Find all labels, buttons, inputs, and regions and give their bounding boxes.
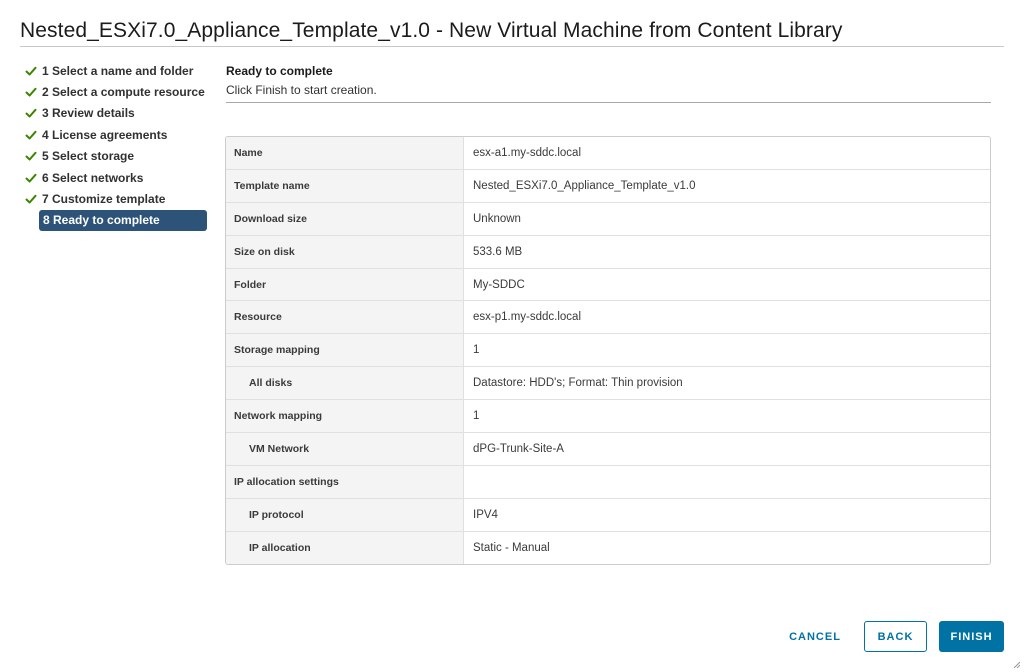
summary-key: Network mapping <box>226 400 464 433</box>
summary-row: Size on disk 533.6 MB <box>226 235 990 269</box>
summary-row: Storage mapping 1 <box>226 334 990 368</box>
wizard-step-label: 3 Review details <box>42 106 135 121</box>
checkmark-icon <box>25 173 37 183</box>
summary-key: IP protocol <box>226 498 464 531</box>
wizard-step[interactable]: 4 License agreements <box>25 124 215 145</box>
summary-key: IP allocation settings <box>226 465 464 498</box>
pane-divider <box>226 102 991 103</box>
summary-row: Name esx-a1.my-sddc.local <box>226 137 990 170</box>
summary-row: All disks Datastore: HDD's; Format: Thin … <box>226 367 990 401</box>
back-button[interactable]: BACK <box>864 621 927 652</box>
summary-value: My-SDDC <box>473 278 525 291</box>
wizard-step[interactable]: 5 Select storage <box>25 146 215 167</box>
resize-grip-icon[interactable] <box>1012 660 1020 668</box>
summary-key: Name <box>226 137 464 169</box>
summary-key: Template name <box>226 169 464 202</box>
checkmark-icon <box>25 87 37 97</box>
summary-value: esx-a1.my-sddc.local <box>473 146 582 159</box>
wizard-steps: 1 Select a name and folder 2 Select a com… <box>25 60 215 231</box>
checkmark-icon <box>25 66 37 76</box>
summary-key: Storage mapping <box>226 334 464 367</box>
checkmark-icon <box>25 130 37 140</box>
summary-value: 1 <box>473 410 480 423</box>
summary-row: IP protocol IPV4 <box>226 498 990 532</box>
summary-value: IPV4 <box>473 508 498 521</box>
summary-row: IP allocation settings <box>226 465 990 499</box>
wizard-step-label: 8 Ready to complete <box>43 213 160 228</box>
wizard-step-label: 5 Select storage <box>42 149 135 164</box>
pane-title: Ready to complete <box>226 64 333 78</box>
wizard-step[interactable]: 1 Select a name and folder <box>25 60 215 81</box>
summary-row: Resource esx-p1.my-sddc.local <box>226 301 990 335</box>
wizard-step[interactable]: 7 Customize template <box>25 188 215 209</box>
wizard-step[interactable]: 2 Select a compute resource <box>25 81 215 102</box>
summary-key: IP allocation <box>226 531 464 564</box>
summary-value: Static - Manual <box>473 541 550 554</box>
summary-row: VM Network dPG-Trunk-Site-A <box>226 433 990 466</box>
summary-key: VM Network <box>226 433 464 465</box>
wizard-step-label: 7 Customize template <box>42 192 166 207</box>
summary-value: 1 <box>473 344 480 357</box>
summary-key: Folder <box>226 268 464 301</box>
dialog-title: Nested_ESXi7.0_Appliance_Template_v1.0 -… <box>20 19 843 42</box>
wizard-step-label: 6 Select networks <box>42 170 144 185</box>
checkmark-icon <box>25 194 37 204</box>
wizard-step[interactable]: 3 Review details <box>25 103 215 124</box>
summary-row: Download size Unknown <box>226 202 990 236</box>
summary-key: All disks <box>226 367 464 400</box>
summary-value: esx-p1.my-sddc.local <box>473 311 582 324</box>
finish-button[interactable]: FINISH <box>939 621 1004 652</box>
summary-row: Folder My-SDDC <box>226 268 990 302</box>
wizard-step-label: 2 Select a compute resource <box>42 85 205 100</box>
checkmark-icon <box>25 152 37 161</box>
summary-value: 533.6 MB <box>473 245 523 258</box>
summary-row: Template name Nested_ESXi7.0_Appliance_Te… <box>226 169 990 203</box>
summary-key: Resource <box>226 301 464 334</box>
summary-grid: Name esx-a1.my-sddc.local Template name Nes… <box>225 136 991 565</box>
summary-value <box>464 466 990 498</box>
pane-subtitle: Click Finish to start creation. <box>226 83 377 97</box>
summary-row: Network mapping 1 <box>226 400 990 434</box>
wizard-step-label: 4 License agreements <box>42 127 168 142</box>
summary-value: dPG-Trunk-Site-A <box>473 442 564 455</box>
wizard-step[interactable]: 6 Select networks <box>25 167 215 188</box>
cancel-button[interactable]: CANCEL <box>780 621 850 652</box>
summary-row: IP allocation Static - Manual <box>226 531 990 564</box>
summary-value: Nested_ESXi7.0_Appliance_Template_v1.0 <box>473 179 696 192</box>
title-divider <box>20 46 1004 47</box>
wizard-step[interactable]: 8 Ready to complete <box>39 209 207 231</box>
checkmark-icon <box>25 109 37 118</box>
summary-value: Datastore: HDD's; Format: Thin provision <box>473 377 683 390</box>
summary-key: Download size <box>226 202 464 235</box>
summary-key: Size on disk <box>226 235 464 268</box>
summary-value: Unknown <box>473 212 521 225</box>
wizard-step-label: 1 Select a name and folder <box>42 63 194 78</box>
